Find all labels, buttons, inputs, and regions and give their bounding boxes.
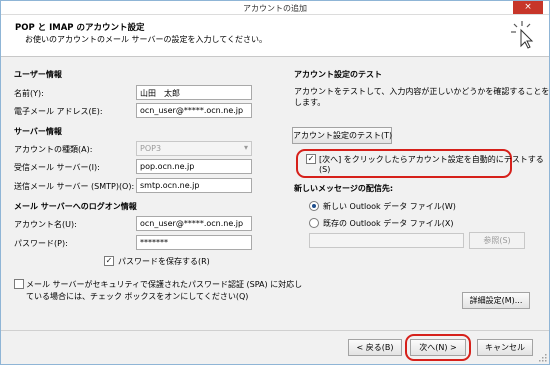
account-type-select: POP3 ▾ xyxy=(136,141,252,156)
browse-button: 参照(S) xyxy=(469,232,525,249)
existing-data-file-radio[interactable] xyxy=(309,218,319,228)
user-info-heading: ユーザー情報 xyxy=(14,70,62,79)
new-data-file-label: 新しい Outlook データ ファイル(W) xyxy=(323,202,456,211)
resize-grip-icon[interactable] xyxy=(537,352,547,362)
back-button[interactable]: < 戻る(B) xyxy=(348,339,402,356)
email-field[interactable]: ocn_user@*****.ocn.ne.jp xyxy=(136,103,252,118)
test-desc-line2: します。 xyxy=(294,98,326,107)
more-settings-button[interactable]: 詳細設定(M)... xyxy=(462,292,530,309)
page-title: POP と IMAP のアカウント設定 xyxy=(15,23,145,33)
server-info-heading: サーバー情報 xyxy=(14,127,62,136)
auto-test-checkbox[interactable]: ✓ xyxy=(306,154,316,164)
delivery-heading: 新しいメッセージの配信先: xyxy=(294,184,394,193)
password-label: パスワード(P): xyxy=(14,239,68,248)
incoming-server-field[interactable]: pop.ocn.ne.jp xyxy=(136,159,252,174)
account-name-field[interactable]: ocn_user@*****.ocn.ne.jp xyxy=(136,216,252,231)
login-info-heading: メール サーバーへのログオン情報 xyxy=(14,202,137,211)
auto-test-label-line2: (S) xyxy=(319,165,331,174)
window-title: アカウントの追加 xyxy=(243,4,307,13)
test-heading: アカウント設定のテスト xyxy=(294,70,382,79)
cancel-button[interactable]: キャンセル xyxy=(477,339,533,356)
dialog-header: POP と IMAP のアカウント設定 お使いのアカウントのメール サーバーの設… xyxy=(1,15,549,57)
chevron-down-icon: ▾ xyxy=(243,143,248,152)
spa-checkbox[interactable] xyxy=(14,279,24,289)
outgoing-server-label: 送信メール サーバー (SMTP)(O): xyxy=(14,182,135,191)
save-password-checkbox[interactable]: ✓ xyxy=(104,256,114,266)
test-desc-line1: アカウントをテストして、入力内容が正しいかどうかを確認することをお勧め xyxy=(294,87,550,96)
name-label: 名前(Y): xyxy=(14,89,44,98)
test-account-button[interactable]: アカウント設定のテスト(T) xyxy=(292,127,392,144)
page-subtitle: お使いのアカウントのメール サーバーの設定を入力してください。 xyxy=(25,35,267,44)
name-field[interactable]: 山田 太郎 xyxy=(136,85,252,100)
auto-test-label-line1: [次へ] をクリックしたらアカウント設定を自動的にテストする xyxy=(319,155,544,164)
save-password-label: パスワードを保存する(R) xyxy=(118,257,210,266)
next-button[interactable]: 次へ(N) > xyxy=(410,339,466,356)
account-name-label: アカウント名(U): xyxy=(14,220,77,229)
data-file-path-field xyxy=(309,233,464,248)
email-label: 電子メール アドレス(E): xyxy=(14,107,103,116)
close-button[interactable]: × xyxy=(513,1,543,14)
new-data-file-radio[interactable] xyxy=(309,201,319,211)
title-bar: アカウントの追加 × xyxy=(1,1,549,15)
footer-divider xyxy=(1,330,549,331)
incoming-server-label: 受信メール サーバー(I): xyxy=(14,163,100,172)
password-field[interactable]: ******* xyxy=(136,235,252,250)
spa-label-line1: メール サーバーがセキュリティで保護されたパスワード認証 (SPA) に対応し xyxy=(26,280,303,289)
existing-data-file-label: 既存の Outlook データ ファイル(X) xyxy=(323,219,454,228)
cursor-click-icon xyxy=(511,21,534,49)
account-type-label: アカウントの種類(A): xyxy=(14,145,93,154)
spa-label-line2: ている場合には、チェック ボックスをオンにしてください(Q) xyxy=(26,292,249,301)
account-type-value: POP3 xyxy=(140,144,162,153)
outgoing-server-field[interactable]: smtp.ocn.ne.jp xyxy=(136,178,252,193)
